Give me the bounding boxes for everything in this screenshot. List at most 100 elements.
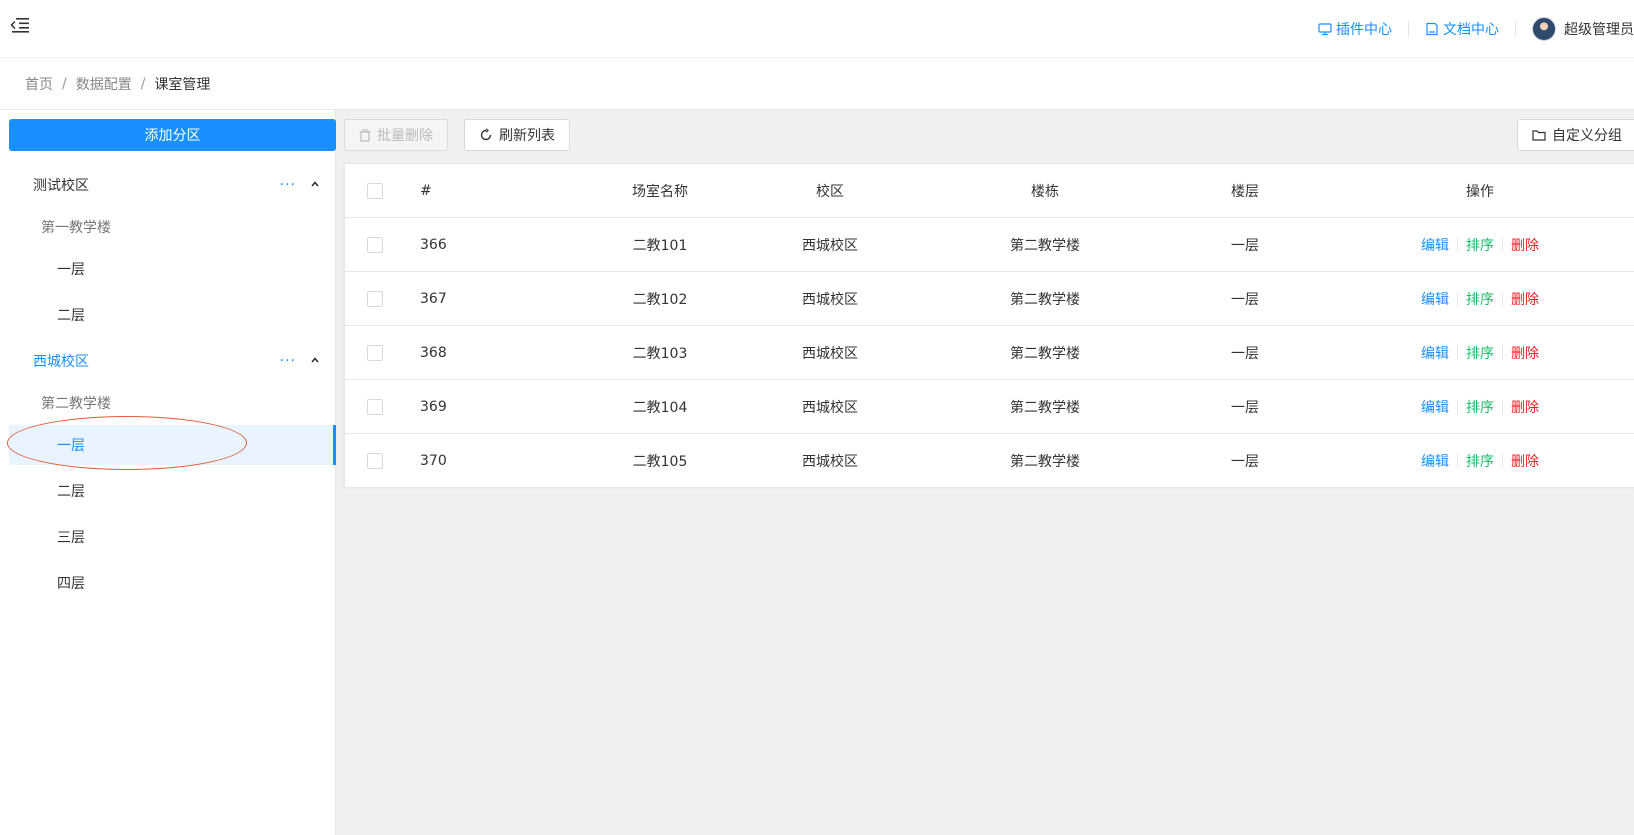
cell-campus: 西城校区 [802, 238, 858, 254]
trash-icon [359, 128, 371, 142]
top-header: 插件中心 文档中心 超级管理员 ae [0, 0, 1634, 58]
cell-building: 第二教学楼 [1010, 238, 1080, 254]
sort-link[interactable]: 排序 [1466, 451, 1494, 471]
refresh-label: 刷新列表 [499, 128, 555, 144]
cell-building: 第二教学楼 [1010, 346, 1080, 362]
folder-icon [1532, 130, 1546, 141]
tree-floor[interactable]: 一层 [9, 246, 336, 292]
delete-link[interactable]: 删除 [1511, 397, 1539, 417]
tree-floor[interactable]: 三层 [9, 514, 336, 560]
table-row: 366 二教101 西城校区 第二教学楼 一层 编辑 排序 删除 [345, 218, 1634, 272]
cell-operations: 编辑 排序 删除 [1345, 272, 1615, 326]
sort-link[interactable]: 排序 [1466, 289, 1494, 309]
op-divider [1502, 346, 1503, 360]
cell-floor: 一层 [1231, 346, 1259, 362]
chevron-up-icon[interactable] [310, 179, 320, 189]
header-divider [1408, 21, 1409, 37]
edit-link[interactable]: 编辑 [1421, 235, 1449, 255]
tree-floor[interactable]: 四层 [9, 560, 336, 606]
op-divider [1502, 292, 1503, 306]
floor-label: 一层 [57, 438, 85, 454]
classroom-table: # 场室名称 校区 楼栋 楼层 操作 366 二教101 西城校区 第二教学楼 … [344, 163, 1634, 488]
cell-floor: 一层 [1231, 238, 1259, 254]
cell-floor: 一层 [1231, 454, 1259, 470]
username: 超级管理员 [1564, 22, 1634, 38]
header-campus: 校区 [816, 184, 844, 200]
breadcrumb-data-config[interactable]: 数据配置 [76, 74, 132, 94]
custom-group-label: 自定义分组 [1552, 128, 1622, 144]
add-partition-button[interactable]: 添加分区 [9, 119, 336, 151]
custom-group-button[interactable]: 自定义分组 [1517, 119, 1634, 151]
tree-floor-selected[interactable]: 一层 [7, 416, 336, 470]
cell-id: 369 [420, 399, 447, 415]
more-icon[interactable]: ··· [280, 353, 296, 369]
edit-link[interactable]: 编辑 [1421, 343, 1449, 363]
breadcrumb-current: 课室管理 [154, 76, 211, 93]
delete-link[interactable]: 删除 [1511, 343, 1539, 363]
cell-campus: 西城校区 [802, 400, 858, 416]
tree-floor[interactable]: 二层 [9, 468, 336, 514]
op-divider [1457, 454, 1458, 468]
cell-floor: 一层 [1231, 400, 1259, 416]
tree-building: 第一教学楼 [41, 220, 111, 236]
op-divider [1502, 454, 1503, 468]
op-divider [1457, 400, 1458, 414]
header-operations: 操作 [1466, 184, 1494, 200]
table-row: 367 二教102 西城校区 第二教学楼 一层 编辑 排序 删除 [345, 272, 1634, 326]
op-divider [1502, 238, 1503, 252]
row-checkbox[interactable] [367, 291, 383, 307]
op-divider [1457, 346, 1458, 360]
plugin-icon [1318, 23, 1332, 36]
refresh-list-button[interactable]: 刷新列表 [464, 119, 570, 151]
edit-link[interactable]: 编辑 [1421, 451, 1449, 471]
chevron-up-icon[interactable] [310, 355, 320, 365]
campus-label: 西城校区 [33, 354, 89, 370]
batch-delete-button[interactable]: 批量删除 [344, 119, 448, 151]
header-id: # [420, 183, 432, 199]
menu-toggle-icon[interactable] [10, 16, 30, 34]
cell-operations: 编辑 排序 删除 [1345, 380, 1615, 434]
cell-building: 第二教学楼 [1010, 292, 1080, 308]
plugin-center-link[interactable]: 插件中心 [1318, 19, 1392, 39]
cell-campus: 西城校区 [802, 292, 858, 308]
breadcrumb: 首页 / 数据配置 / 课室管理 [0, 58, 1634, 110]
avatar [1532, 17, 1556, 41]
cell-building: 第二教学楼 [1010, 400, 1080, 416]
select-all-checkbox[interactable] [367, 183, 383, 199]
batch-delete-label: 批量删除 [377, 128, 433, 144]
breadcrumb-separator: / [140, 75, 146, 92]
cell-operations: 编辑 排序 删除 [1345, 326, 1615, 380]
header-floor: 楼层 [1231, 184, 1259, 200]
more-icon[interactable]: ··· [280, 177, 296, 193]
tree-building: 第二教学楼 [41, 396, 111, 412]
sidebar: 添加分区 测试校区 ··· 第一教学楼 一层 二层 西城校区 ··· 第二教学楼… [0, 110, 336, 835]
row-checkbox[interactable] [367, 345, 383, 361]
user-menu[interactable]: 超级管理员 ae [1532, 17, 1634, 41]
row-checkbox[interactable] [367, 453, 383, 469]
delete-link[interactable]: 删除 [1511, 451, 1539, 471]
sort-link[interactable]: 排序 [1466, 397, 1494, 417]
breadcrumb-home[interactable]: 首页 [25, 74, 53, 94]
doc-center-label: 文档中心 [1443, 22, 1499, 38]
table-header-row: # 场室名称 校区 楼栋 楼层 操作 [345, 164, 1634, 218]
table-row: 370 二教105 西城校区 第二教学楼 一层 编辑 排序 删除 [345, 434, 1634, 488]
row-checkbox[interactable] [367, 237, 383, 253]
header-building: 楼栋 [1031, 184, 1059, 200]
edit-link[interactable]: 编辑 [1421, 397, 1449, 417]
edit-link[interactable]: 编辑 [1421, 289, 1449, 309]
op-divider [1457, 292, 1458, 306]
doc-center-link[interactable]: 文档中心 [1425, 19, 1499, 39]
delete-link[interactable]: 删除 [1511, 235, 1539, 255]
header-divider [1515, 21, 1516, 37]
row-checkbox[interactable] [367, 399, 383, 415]
cell-campus: 西城校区 [802, 346, 858, 362]
tree-campus-xicheng[interactable]: 西城校区 ··· [9, 338, 336, 384]
tree-campus-test[interactable]: 测试校区 ··· [9, 162, 336, 208]
table-row: 369 二教104 西城校区 第二教学楼 一层 编辑 排序 删除 [345, 380, 1634, 434]
delete-link[interactable]: 删除 [1511, 289, 1539, 309]
doc-icon [1426, 22, 1438, 36]
partition-tree: 测试校区 ··· 第一教学楼 一层 二层 西城校区 ··· 第二教学楼 一层 二… [7, 162, 336, 606]
tree-floor[interactable]: 二层 [9, 292, 336, 338]
sort-link[interactable]: 排序 [1466, 235, 1494, 255]
sort-link[interactable]: 排序 [1466, 343, 1494, 363]
